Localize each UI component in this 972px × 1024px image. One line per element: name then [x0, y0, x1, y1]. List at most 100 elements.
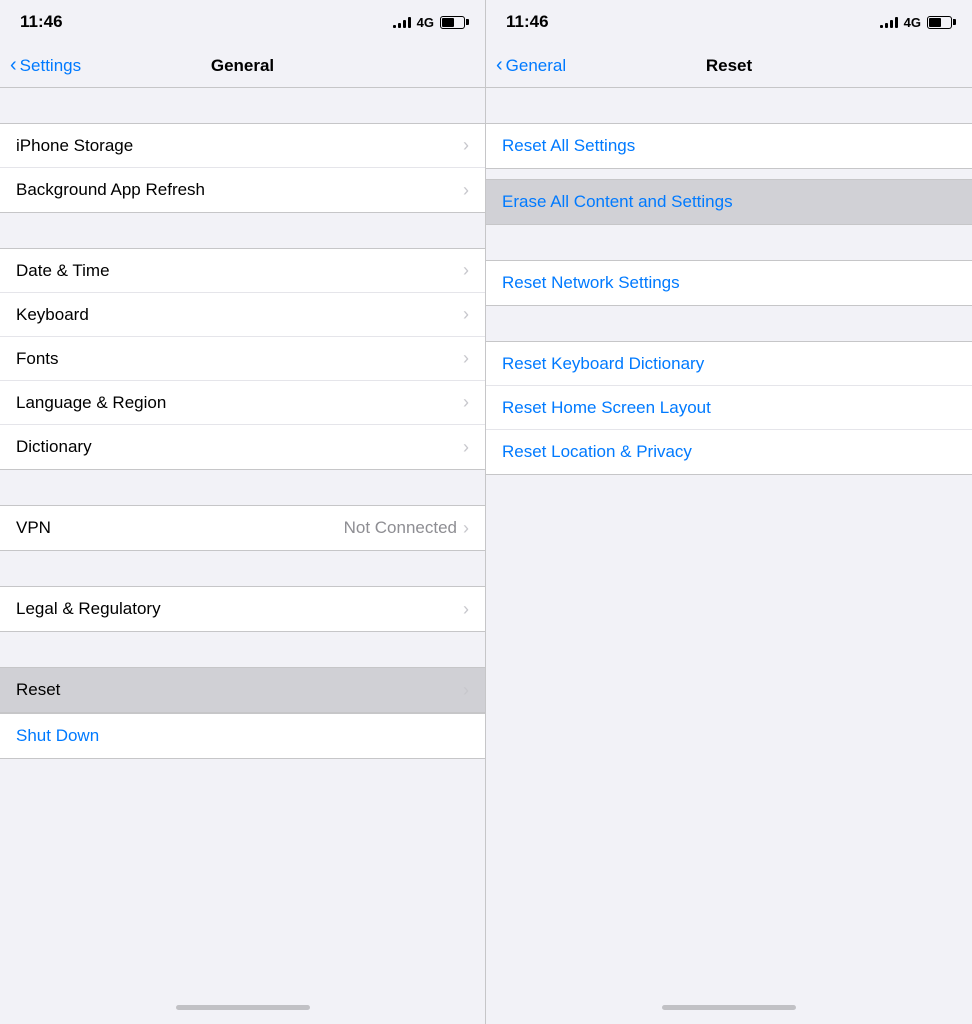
erase-all-label: Erase All Content and Settings [502, 192, 733, 212]
erase-all-item[interactable]: Erase All Content and Settings [486, 180, 972, 224]
reset-location-item[interactable]: Reset Location & Privacy [486, 430, 972, 474]
gap-r2 [486, 169, 972, 179]
back-label-left: Settings [20, 56, 81, 76]
reset-item[interactable]: Reset › [0, 668, 485, 712]
chevron-icon: › [463, 518, 469, 539]
reset-location-label: Reset Location & Privacy [502, 442, 692, 462]
status-icons-right: 4G [880, 15, 952, 30]
background-refresh-item[interactable]: Background App Refresh › [0, 168, 485, 212]
nav-title-right: Reset [706, 56, 752, 76]
gap-5 [0, 632, 485, 667]
back-button-left[interactable]: ‹ Settings [10, 56, 81, 76]
gap-1 [0, 88, 485, 123]
signal-icon-right [880, 16, 898, 28]
nav-bar-left: ‹ Settings General [0, 44, 485, 88]
keyboard-item[interactable]: Keyboard › [0, 293, 485, 337]
vpn-right: Not Connected › [344, 518, 469, 539]
section-datetime: Date & Time › Keyboard › Fonts › Languag… [0, 248, 485, 470]
vpn-value: Not Connected [344, 518, 457, 538]
fonts-right: › [463, 348, 469, 369]
fonts-label: Fonts [16, 349, 59, 369]
legal-right: › [463, 599, 469, 620]
chevron-icon: › [463, 599, 469, 620]
chevron-icon: › [463, 180, 469, 201]
home-indicator-right [486, 990, 972, 1024]
battery-icon-left [440, 16, 465, 29]
iphone-storage-right: › [463, 135, 469, 156]
bottom-space-left [0, 759, 485, 819]
back-label-right: General [506, 56, 566, 76]
iphone-storage-label: iPhone Storage [16, 136, 133, 156]
back-button-right[interactable]: ‹ General [496, 56, 566, 76]
reset-label: Reset [16, 680, 60, 700]
shutdown-section: Shut Down [0, 713, 485, 759]
legal-label: Legal & Regulatory [16, 599, 161, 619]
date-time-item[interactable]: Date & Time › [0, 249, 485, 293]
date-time-right: › [463, 260, 469, 281]
section-reset: Reset › [0, 667, 485, 713]
reset-network-item[interactable]: Reset Network Settings [486, 261, 972, 305]
status-bar-right: 11:46 4G [486, 0, 972, 44]
home-indicator-left [0, 990, 485, 1024]
network-left: 4G [417, 15, 434, 30]
dictionary-label: Dictionary [16, 437, 92, 457]
reset-all-settings-item[interactable]: Reset All Settings [486, 124, 972, 168]
vpn-item[interactable]: VPN Not Connected › [0, 506, 485, 550]
chevron-icon: › [463, 260, 469, 281]
section-storage: iPhone Storage › Background App Refresh … [0, 123, 485, 213]
back-chevron-left: ‹ [10, 55, 17, 75]
date-time-label: Date & Time [16, 261, 110, 281]
iphone-storage-item[interactable]: iPhone Storage › [0, 124, 485, 168]
time-left: 11:46 [20, 12, 63, 32]
chevron-icon: › [463, 680, 469, 701]
dictionary-item[interactable]: Dictionary › [0, 425, 485, 469]
section-erase: Erase All Content and Settings [486, 179, 972, 225]
section-reset-network: Reset Network Settings [486, 260, 972, 306]
language-region-item[interactable]: Language & Region › [0, 381, 485, 425]
reset-network-label: Reset Network Settings [502, 273, 680, 293]
status-icons-left: 4G [393, 15, 465, 30]
home-bar-left [176, 1005, 310, 1010]
background-refresh-label: Background App Refresh [16, 180, 205, 200]
chevron-icon: › [463, 348, 469, 369]
language-region-right: › [463, 392, 469, 413]
battery-icon-right [927, 16, 952, 29]
reset-homescreen-item[interactable]: Reset Home Screen Layout [486, 386, 972, 430]
vpn-label: VPN [16, 518, 51, 538]
reset-keyboard-item[interactable]: Reset Keyboard Dictionary [486, 342, 972, 386]
content-right: Reset All Settings Erase All Content and… [486, 88, 972, 990]
gap-3 [0, 470, 485, 505]
shutdown-item[interactable]: Shut Down [0, 714, 485, 758]
keyboard-right: › [463, 304, 469, 325]
section-legal: Legal & Regulatory › [0, 586, 485, 632]
back-chevron-right: ‹ [496, 55, 503, 75]
content-left: iPhone Storage › Background App Refresh … [0, 88, 485, 990]
chevron-icon: › [463, 392, 469, 413]
gap-2 [0, 213, 485, 248]
nav-title-left: General [211, 56, 274, 76]
network-right: 4G [904, 15, 921, 30]
time-right: 11:46 [506, 12, 549, 32]
dictionary-right: › [463, 437, 469, 458]
legal-item[interactable]: Legal & Regulatory › [0, 587, 485, 631]
shutdown-label: Shut Down [16, 726, 99, 746]
gap-r1 [486, 88, 972, 123]
chevron-icon: › [463, 304, 469, 325]
nav-bar-right: ‹ General Reset [486, 44, 972, 88]
fonts-item[interactable]: Fonts › [0, 337, 485, 381]
right-panel: 11:46 4G ‹ General Reset Reset Al [486, 0, 972, 1024]
language-region-label: Language & Region [16, 393, 166, 413]
status-bar-left: 11:46 4G [0, 0, 485, 44]
keyboard-label: Keyboard [16, 305, 89, 325]
gap-4 [0, 551, 485, 586]
chevron-icon: › [463, 135, 469, 156]
section-reset-all: Reset All Settings [486, 123, 972, 169]
background-refresh-right: › [463, 180, 469, 201]
chevron-icon: › [463, 437, 469, 458]
reset-right: › [463, 680, 469, 701]
section-reset-misc: Reset Keyboard Dictionary Reset Home Scr… [486, 341, 972, 475]
gap-r4 [486, 306, 972, 341]
gap-r3 [486, 225, 972, 260]
home-bar-right [662, 1005, 796, 1010]
signal-icon-left [393, 16, 411, 28]
